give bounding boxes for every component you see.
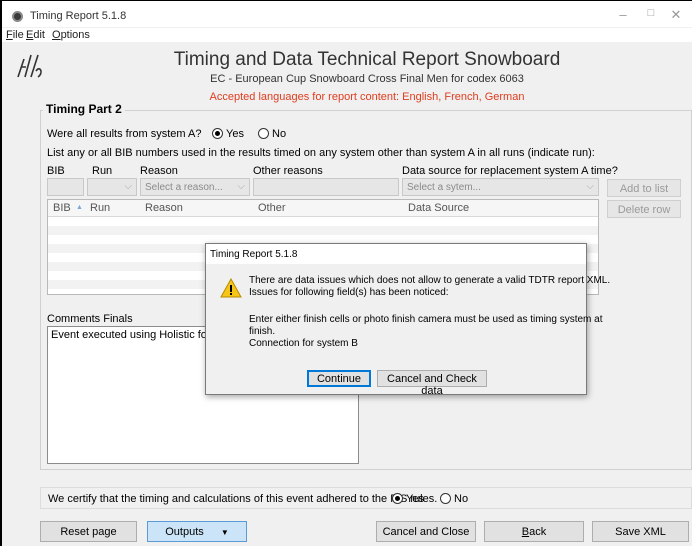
minimize-button[interactable]: – bbox=[612, 7, 634, 22]
other-reasons-input[interactable] bbox=[253, 178, 399, 196]
bib-label: BIB bbox=[47, 165, 65, 177]
data-source-label: Data source for replacement system A tim… bbox=[402, 165, 618, 177]
timing-part-label: Timing Part 2 bbox=[43, 102, 125, 116]
certify-text: We certify that the timing and calculati… bbox=[48, 493, 438, 505]
add-to-list-button[interactable]: Add to list bbox=[607, 179, 681, 197]
outputs-button[interactable]: Outputs ▼ bbox=[147, 521, 247, 542]
reason-label: Reason bbox=[140, 165, 178, 177]
dialog-message-line1: There are data issues which does not all… bbox=[249, 275, 611, 286]
close-button[interactable]: ✕ bbox=[665, 7, 687, 23]
run-select[interactable]: ⌵ bbox=[87, 178, 137, 196]
table-header: BIB ▲ Run Reason Other Data Source bbox=[48, 200, 598, 217]
dialog-message-line5: Connection for system B bbox=[249, 338, 358, 349]
warning-icon bbox=[220, 278, 242, 298]
system-a-no-label: No bbox=[272, 128, 287, 140]
menu-options[interactable]: Options bbox=[52, 29, 90, 41]
certify-no-label: No bbox=[454, 493, 469, 505]
menu-bar: File Edit Options bbox=[2, 28, 692, 42]
dialog-message-line4: finish. bbox=[249, 326, 276, 337]
comments-label: Comments Finals bbox=[47, 313, 133, 325]
system-a-yes-radio[interactable] bbox=[212, 128, 223, 139]
col-run[interactable]: Run bbox=[90, 202, 110, 214]
menu-file[interactable]: File bbox=[6, 29, 24, 41]
error-dialog: Timing Report 5.1.8 There are data issue… bbox=[205, 243, 610, 397]
dialog-message-line3: Enter either finish cells or photo finis… bbox=[249, 314, 603, 325]
other-reasons-label: Other reasons bbox=[253, 165, 323, 177]
maximize-button[interactable]: □ bbox=[640, 7, 662, 19]
certify-yes-radio[interactable] bbox=[392, 493, 403, 504]
system-a-no-radio[interactable] bbox=[258, 128, 269, 139]
reason-select[interactable]: Select a reason... ⌵ bbox=[140, 178, 250, 196]
reset-page-button[interactable]: Reset page bbox=[40, 521, 137, 542]
sort-ascending-icon: ▲ bbox=[76, 204, 83, 211]
certify-yes-label: Yes bbox=[406, 493, 424, 505]
data-source-select[interactable]: Select a sytem... ⌵ bbox=[402, 178, 599, 196]
col-reason[interactable]: Reason bbox=[145, 202, 183, 214]
table-row bbox=[48, 226, 598, 235]
certify-no-radio[interactable] bbox=[440, 493, 451, 504]
dialog-title: Timing Report 5.1.8 bbox=[206, 244, 586, 264]
chevron-down-icon: ⌵ bbox=[124, 181, 132, 192]
event-subtitle: EC - European Cup Snowboard Cross Final … bbox=[210, 73, 524, 85]
accepted-languages-note: Accepted languages for report content: E… bbox=[209, 91, 525, 103]
dropdown-arrow-icon: ▼ bbox=[220, 528, 229, 537]
run-label: Run bbox=[92, 165, 113, 177]
col-other[interactable]: Other bbox=[258, 202, 286, 214]
dialog-message-line2: Issues for following field(s) has been n… bbox=[249, 287, 449, 298]
title-bar: Timing Report 5.1.8 – □ ✕ bbox=[2, 1, 692, 27]
cancel-and-close-button[interactable]: Cancel and Close bbox=[376, 521, 476, 542]
system-a-yes-label: Yes bbox=[226, 128, 244, 140]
cancel-and-check-data-button[interactable]: Cancel and Check data bbox=[377, 370, 487, 397]
chevron-down-icon: ⌵ bbox=[237, 181, 245, 192]
col-data-source[interactable]: Data Source bbox=[408, 202, 469, 214]
bib-instructions: List any or all BIB numbers used in the … bbox=[47, 147, 595, 159]
back-button[interactable]: Back bbox=[484, 521, 584, 542]
continue-button[interactable]: Continue bbox=[307, 370, 371, 387]
outputs-label: Outputs bbox=[165, 526, 204, 538]
app-icon bbox=[12, 11, 23, 22]
menu-edit[interactable]: Edit bbox=[26, 29, 45, 41]
chevron-down-icon: ⌵ bbox=[586, 181, 594, 192]
delete-row-button[interactable]: Delete row bbox=[607, 200, 681, 218]
window-title: Timing Report 5.1.8 bbox=[30, 10, 127, 22]
system-a-question: Were all results from system A? bbox=[47, 128, 202, 140]
col-bib[interactable]: BIB bbox=[53, 202, 71, 214]
bib-input[interactable] bbox=[47, 178, 84, 196]
page-title: Timing and Data Technical Report Snowboa… bbox=[173, 49, 561, 70]
save-xml-button[interactable]: Save XML bbox=[592, 521, 689, 542]
